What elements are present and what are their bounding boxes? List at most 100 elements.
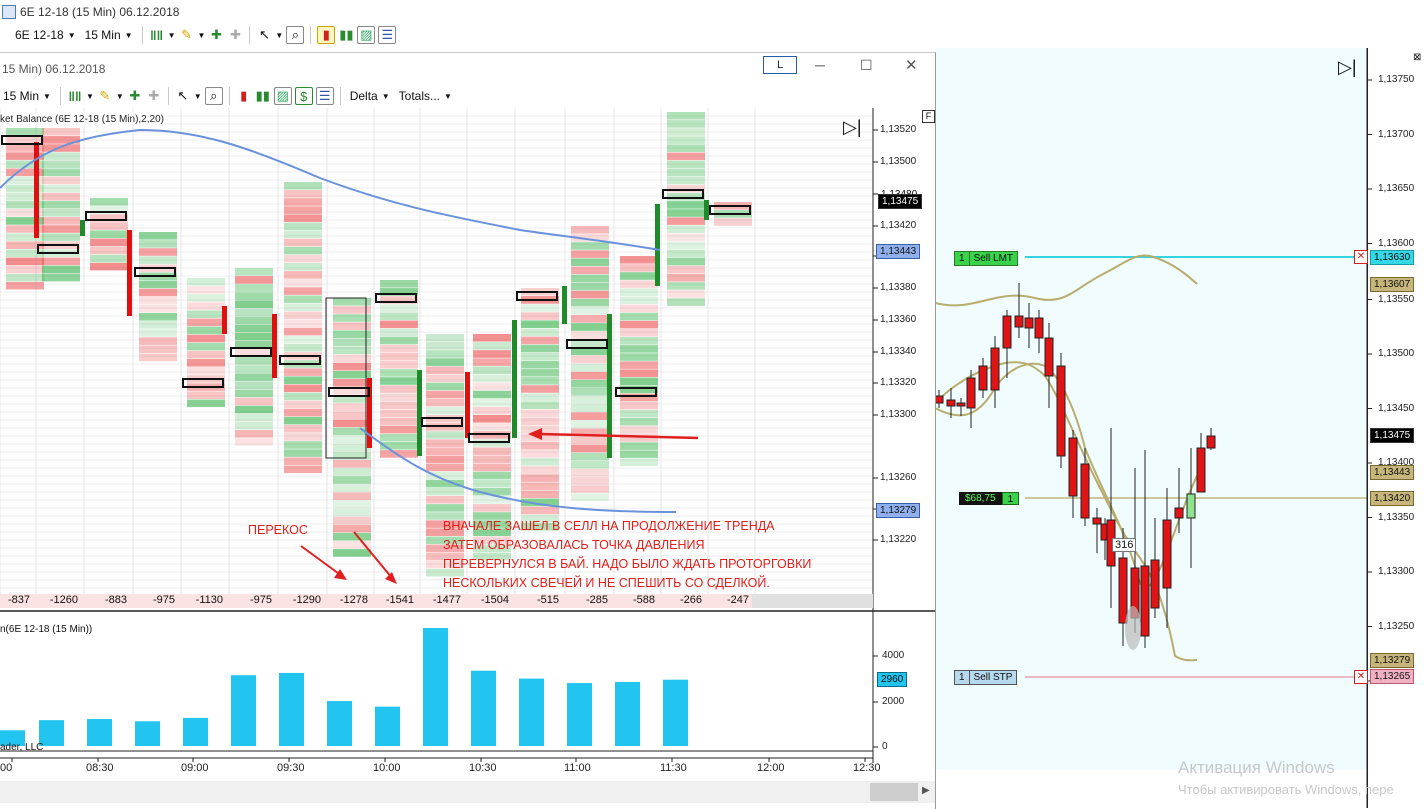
copyright-label: ader, LLC bbox=[0, 742, 44, 753]
footprint-cell bbox=[620, 418, 658, 426]
footprint-cell bbox=[473, 334, 511, 342]
chevron-down-icon[interactable]: ▼ bbox=[86, 92, 94, 101]
strategies-icon[interactable]: ▮▮ bbox=[338, 27, 354, 43]
footprint-cell bbox=[90, 254, 128, 263]
footprint-cell bbox=[235, 405, 273, 414]
dollar-icon[interactable]: $ bbox=[294, 87, 313, 105]
properties-icon[interactable]: ☰ bbox=[315, 87, 334, 105]
zoom-icon[interactable]: ⌕ bbox=[204, 87, 223, 105]
inner-play-icon[interactable]: ▷| bbox=[843, 118, 862, 136]
minimize-icon[interactable]: ─ bbox=[815, 57, 825, 73]
scrollbar-thumb[interactable] bbox=[870, 783, 918, 801]
add-indicator-icon[interactable]: ✚ bbox=[208, 27, 224, 43]
position-marker[interactable]: $68,75 1 bbox=[959, 492, 1020, 505]
main-window-title: 6E 12-18 (15 Min) 06.12.2018 bbox=[20, 5, 180, 19]
footprint-cell bbox=[521, 385, 559, 393]
chart-trader-icon[interactable]: ▮ bbox=[236, 88, 252, 104]
footprint-cell bbox=[6, 257, 44, 266]
delta-selector[interactable]: Delta ▼ bbox=[347, 89, 393, 103]
footprint-cell bbox=[571, 412, 609, 420]
cursor-icon[interactable]: ↖ bbox=[175, 88, 191, 104]
chevron-down-icon[interactable]: ▼ bbox=[194, 92, 202, 101]
right-axis-price-label: 1,13600 bbox=[1378, 237, 1415, 249]
footprint-cell bbox=[42, 144, 80, 152]
right-axis-price-label: 1,13500 bbox=[1378, 348, 1415, 359]
chevron-down-icon[interactable]: ▼ bbox=[168, 31, 176, 40]
inner-interval-selector[interactable]: 15 Min ▼ bbox=[0, 89, 54, 103]
footprint-cell bbox=[42, 233, 80, 241]
footprint-cell bbox=[667, 217, 705, 225]
volume-axis-label: 2000 bbox=[882, 696, 905, 707]
chevron-down-icon[interactable]: ▼ bbox=[116, 92, 124, 101]
footprint-cell bbox=[521, 474, 559, 482]
inner-title-bar[interactable]: 15 Min) 06.12.2018 L ─ ☐ ✕ bbox=[0, 53, 935, 83]
footprint-cell bbox=[521, 344, 559, 353]
footprint-cell bbox=[6, 281, 44, 290]
footprint-cell bbox=[667, 176, 705, 185]
remove-indicator-icon[interactable]: ✚ bbox=[227, 27, 243, 43]
f-button[interactable]: F bbox=[922, 110, 935, 123]
instrument-selector[interactable]: 6E 12-18 ▼ bbox=[12, 28, 79, 42]
volume-bar bbox=[231, 675, 256, 746]
add-indicator-icon[interactable]: ✚ bbox=[127, 88, 143, 104]
properties-icon[interactable]: ☰ bbox=[378, 26, 397, 44]
time-axis-label: 09:00 bbox=[181, 762, 209, 774]
footprint-cell bbox=[571, 363, 609, 372]
time-axis-label: 09:30 bbox=[277, 762, 305, 774]
footprint-cell bbox=[426, 358, 464, 366]
footprint-cell bbox=[42, 217, 80, 225]
cancel-stp-icon[interactable]: ✕ bbox=[1354, 670, 1368, 684]
link-button[interactable]: L bbox=[763, 56, 797, 74]
remove-indicator-icon[interactable]: ✚ bbox=[146, 88, 162, 104]
sell-lmt-order[interactable]: 1 Sell LMT bbox=[954, 251, 1019, 266]
footprint-candle bbox=[80, 220, 85, 236]
strategies-icon[interactable]: ▮▮ bbox=[255, 88, 271, 104]
inner-axis-price-label: 1,13220 bbox=[880, 534, 917, 545]
cancel-lmt-icon[interactable]: ✕ bbox=[1354, 250, 1368, 264]
footprint-cell bbox=[620, 296, 658, 305]
footprint-cell bbox=[380, 409, 418, 418]
zoom-icon[interactable]: ⌕ bbox=[286, 26, 305, 44]
footprint-chart[interactable] bbox=[0, 108, 935, 808]
bar-type-icon[interactable]: ǁǁ bbox=[67, 88, 83, 104]
position-pnl: $68,75 bbox=[959, 492, 1002, 505]
chevron-down-icon[interactable]: ▼ bbox=[275, 31, 283, 40]
time-axis-label: 11:00 bbox=[564, 762, 591, 774]
pencil-icon[interactable]: ✎ bbox=[179, 27, 195, 43]
scroll-right-icon[interactable]: ▶ bbox=[922, 785, 930, 796]
horizontal-scrollbar[interactable]: ▶ bbox=[0, 781, 935, 803]
bar-counter-label: 316 bbox=[1112, 538, 1137, 552]
footprint-candle bbox=[272, 314, 277, 378]
totals-selector[interactable]: Totals... ▼ bbox=[396, 89, 455, 103]
footprint-cell bbox=[620, 377, 658, 386]
footprint-cell bbox=[571, 436, 609, 445]
footprint-cell bbox=[667, 265, 705, 274]
footprint-cell bbox=[620, 393, 658, 402]
chevron-down-icon[interactable]: ▼ bbox=[198, 31, 206, 40]
footprint-cell bbox=[521, 409, 559, 418]
footprint-cell bbox=[235, 308, 273, 317]
interval-selector[interactable]: 15 Min ▼ bbox=[82, 28, 136, 42]
footprint-cell bbox=[473, 471, 511, 480]
delta-value: -837 bbox=[7, 594, 30, 606]
pencil-icon[interactable]: ✎ bbox=[97, 88, 113, 104]
chart-trader-icon[interactable]: ▮ bbox=[317, 26, 336, 44]
image-icon[interactable]: ▨ bbox=[273, 87, 292, 105]
footprint-cell bbox=[235, 373, 273, 381]
image-icon[interactable]: ▨ bbox=[357, 26, 376, 44]
sell-stp-order[interactable]: 1 Sell STP bbox=[954, 670, 1018, 685]
cursor-icon[interactable]: ↖ bbox=[256, 27, 272, 43]
inner-axis-price-label: 1,13520 bbox=[880, 124, 917, 135]
right-tag-upper-band: 1,13607 bbox=[1370, 277, 1415, 292]
bar-type-icon[interactable]: ǁǁ bbox=[149, 27, 165, 43]
time-axis-label: 00 bbox=[0, 762, 13, 774]
footprint-cell bbox=[473, 439, 511, 447]
maximize-icon[interactable]: ☐ bbox=[860, 57, 873, 74]
close-icon[interactable]: ✕ bbox=[905, 56, 918, 74]
footprint-cell bbox=[333, 411, 371, 419]
footprint-cell bbox=[426, 487, 464, 496]
sell-stp-label: Sell STP bbox=[969, 671, 1017, 684]
footprint-cell bbox=[333, 500, 371, 509]
footprint-cell bbox=[571, 274, 609, 283]
footprint-cell bbox=[333, 403, 371, 411]
